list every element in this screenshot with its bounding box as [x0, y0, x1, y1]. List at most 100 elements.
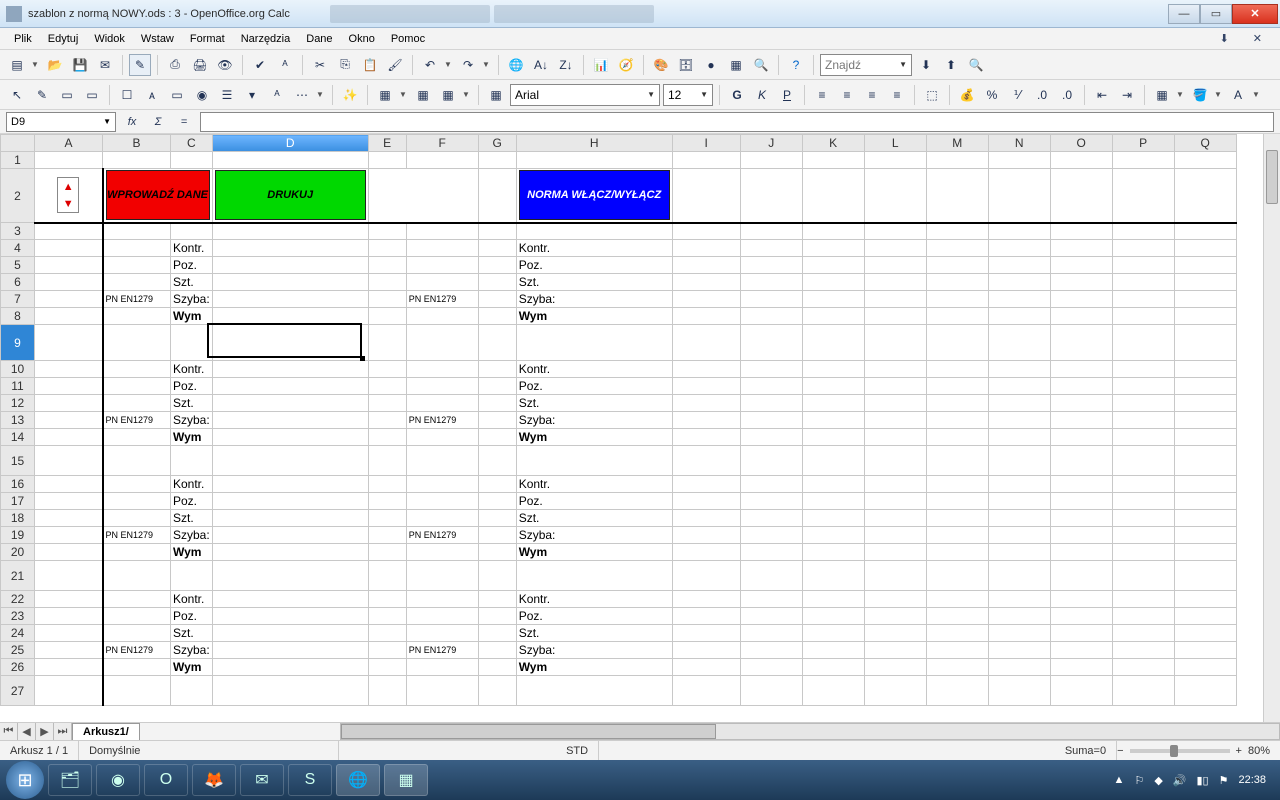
cell-N21[interactable]: [988, 561, 1050, 591]
gallery-icon[interactable]: 🎨: [650, 54, 672, 76]
spinner-control[interactable]: ▲▼: [57, 177, 79, 213]
cell-C19[interactable]: Szyba:: [171, 527, 213, 544]
cell-E12[interactable]: [368, 395, 406, 412]
cell-C13[interactable]: Szyba:: [171, 412, 213, 429]
cell-O17[interactable]: [1050, 493, 1112, 510]
del-decimal-icon[interactable]: .0: [1056, 84, 1078, 106]
row-header-18[interactable]: 18: [1, 510, 35, 527]
row-header-21[interactable]: 21: [1, 561, 35, 591]
control1-icon[interactable]: ▭: [56, 84, 78, 106]
cell-L23[interactable]: [864, 608, 926, 625]
more-icon[interactable]: ⋯: [291, 84, 313, 106]
cell-I4[interactable]: [672, 240, 740, 257]
cell-M8[interactable]: [926, 308, 988, 325]
cell-F1[interactable]: [406, 152, 478, 169]
close-doc-icon[interactable]: ✕: [1245, 30, 1270, 47]
cell-J1[interactable]: [740, 152, 802, 169]
cell-N5[interactable]: [988, 257, 1050, 274]
cell-A16[interactable]: [35, 476, 103, 493]
menu-okno[interactable]: Okno: [341, 31, 383, 47]
record-icon[interactable]: ●: [700, 54, 722, 76]
cell-N20[interactable]: [988, 544, 1050, 561]
cell-H20[interactable]: Wym: [516, 544, 672, 561]
print-icon[interactable]: 🖨: [189, 54, 211, 76]
cell-D26[interactable]: [212, 659, 368, 676]
cell-A22[interactable]: [35, 591, 103, 608]
cell-H21[interactable]: [516, 561, 672, 591]
cell-C1[interactable]: [171, 152, 213, 169]
col-header-G[interactable]: G: [478, 135, 516, 152]
cell-Q13[interactable]: [1174, 412, 1236, 429]
cell-K23[interactable]: [802, 608, 864, 625]
cell-K16[interactable]: [802, 476, 864, 493]
cell-B15[interactable]: [103, 446, 171, 476]
cell-B24[interactable]: [103, 625, 171, 642]
cell-P2[interactable]: [1112, 169, 1174, 223]
cell-H11[interactable]: Poz.: [516, 378, 672, 395]
cell-P16[interactable]: [1112, 476, 1174, 493]
cell-Q15[interactable]: [1174, 446, 1236, 476]
cell-J17[interactable]: [740, 493, 802, 510]
col-header-P[interactable]: P: [1112, 135, 1174, 152]
cell-D10[interactable]: [212, 361, 368, 378]
cell-O21[interactable]: [1050, 561, 1112, 591]
find-combo[interactable]: Znajdź▼: [820, 54, 912, 76]
cell-C16[interactable]: Kontr.: [171, 476, 213, 493]
tray-speaker-icon[interactable]: 🔊: [1173, 774, 1187, 787]
cell-K18[interactable]: [802, 510, 864, 527]
menu-edytuj[interactable]: Edytuj: [40, 31, 87, 47]
bgcolor-icon[interactable]: 🪣: [1189, 84, 1211, 106]
fontcolor-icon[interactable]: A: [1227, 84, 1249, 106]
cell-G21[interactable]: [478, 561, 516, 591]
tray-flag-icon[interactable]: ⚐: [1134, 774, 1144, 787]
cell-Q27[interactable]: [1174, 676, 1236, 706]
add-decimal-icon[interactable]: .0: [1031, 84, 1053, 106]
formula-input[interactable]: [200, 112, 1274, 132]
btn-norma[interactable]: NORMA WŁĄCZ/WYŁĄCZ: [519, 170, 670, 220]
cell-O1[interactable]: [1050, 152, 1112, 169]
cell-F27[interactable]: [406, 676, 478, 706]
cell-J19[interactable]: [740, 527, 802, 544]
cell-F21[interactable]: [406, 561, 478, 591]
cell-O19[interactable]: [1050, 527, 1112, 544]
cell-K14[interactable]: [802, 429, 864, 446]
cell-J3[interactable]: [740, 223, 802, 240]
menu-narzedzia[interactable]: Narzędzia: [233, 31, 299, 47]
cell-C7[interactable]: Szyba:: [171, 291, 213, 308]
cell-F18[interactable]: [406, 510, 478, 527]
cell-J11[interactable]: [740, 378, 802, 395]
cell-N17[interactable]: [988, 493, 1050, 510]
cell-Q14[interactable]: [1174, 429, 1236, 446]
merge-icon[interactable]: ⬚: [921, 84, 943, 106]
cell-G17[interactable]: [478, 493, 516, 510]
cell-L14[interactable]: [864, 429, 926, 446]
col-header-Q[interactable]: Q: [1174, 135, 1236, 152]
cell-M13[interactable]: [926, 412, 988, 429]
cell-D23[interactable]: [212, 608, 368, 625]
cell-J20[interactable]: [740, 544, 802, 561]
col-header-E[interactable]: E: [368, 135, 406, 152]
cell-P4[interactable]: [1112, 240, 1174, 257]
cell-G12[interactable]: [478, 395, 516, 412]
cell-M19[interactable]: [926, 527, 988, 544]
cell-M21[interactable]: [926, 561, 988, 591]
checkbox-icon[interactable]: ☐: [116, 84, 138, 106]
cell-F4[interactable]: [406, 240, 478, 257]
cell-F14[interactable]: [406, 429, 478, 446]
wizard-icon[interactable]: ✨: [339, 84, 361, 106]
styles-icon[interactable]: ▦: [485, 84, 507, 106]
chart-icon[interactable]: 📊: [590, 54, 612, 76]
cell-C26[interactable]: Wym: [171, 659, 213, 676]
cell-E13[interactable]: [368, 412, 406, 429]
fx-icon[interactable]: fx: [122, 112, 142, 132]
cell-I12[interactable]: [672, 395, 740, 412]
row-header-17[interactable]: 17: [1, 493, 35, 510]
cell-E15[interactable]: [368, 446, 406, 476]
cell-I5[interactable]: [672, 257, 740, 274]
cell-L16[interactable]: [864, 476, 926, 493]
cell-P11[interactable]: [1112, 378, 1174, 395]
cell-O9[interactable]: [1050, 325, 1112, 361]
start-button[interactable]: ⊞: [6, 761, 44, 799]
cell-M1[interactable]: [926, 152, 988, 169]
cell-K3[interactable]: [802, 223, 864, 240]
